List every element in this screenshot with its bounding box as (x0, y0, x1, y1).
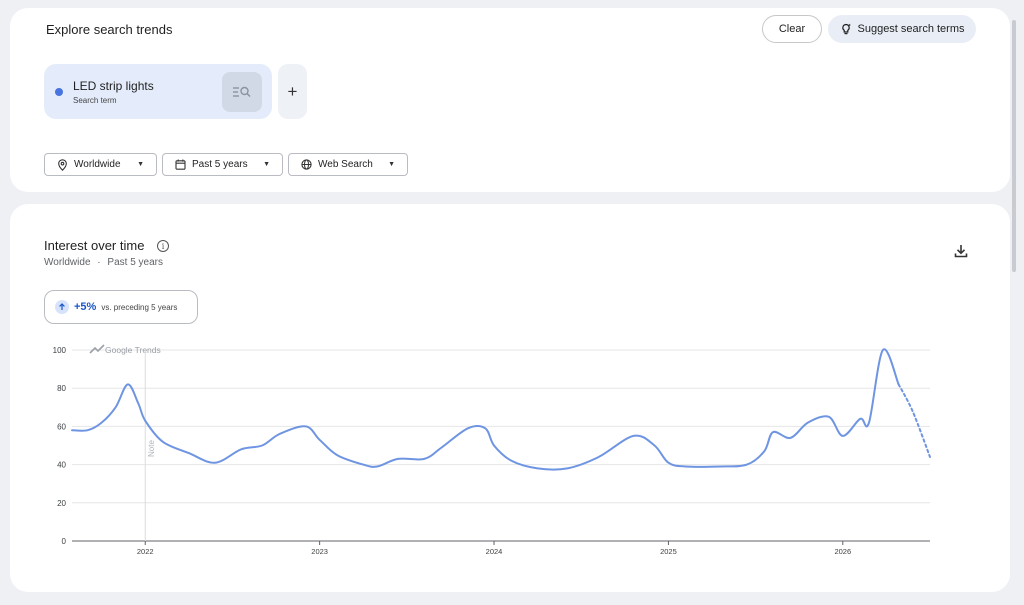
add-term-button[interactable]: + (278, 64, 307, 119)
location-pin-icon (58, 158, 67, 171)
sparkle-lightbulb-icon (841, 23, 851, 35)
interest-over-time-panel: Interest over time i Worldwide · Past 5 … (10, 204, 1010, 592)
search-panel: Explore search trends Clear Suggest sear… (10, 8, 1010, 192)
y-tick-label: 100 (53, 346, 67, 355)
plus-icon: + (287, 81, 298, 101)
y-tick-label: 0 (62, 537, 67, 546)
term-name: LED strip lights (73, 79, 154, 93)
term-subtitle: Search term (73, 96, 117, 105)
y-tick-label: 80 (57, 384, 66, 393)
x-tick-label: 2026 (834, 547, 851, 556)
search-property-filter[interactable]: Web Search ▼ (288, 153, 408, 176)
time-range-filter[interactable]: Past 5 years ▼ (162, 153, 283, 176)
suggest-label: Suggest search terms (857, 23, 965, 35)
x-tick-label: 2024 (486, 547, 503, 556)
page-title: Explore search trends (46, 22, 173, 37)
search-property-filter-label: Web Search (318, 159, 373, 170)
x-tick-label: 2022 (137, 547, 154, 556)
list-search-icon (233, 86, 251, 98)
location-filter-label: Worldwide (74, 159, 121, 170)
clear-button[interactable]: Clear (762, 15, 822, 43)
calendar-icon (175, 159, 186, 170)
note-label: Note (147, 440, 156, 457)
caret-down-icon: ▼ (263, 161, 270, 168)
term-search-button[interactable] (222, 72, 262, 112)
watermark-text: Google Trends (105, 345, 161, 355)
x-tick-label: 2023 (311, 547, 328, 556)
globe-icon (301, 159, 312, 170)
clear-label: Clear (778, 23, 806, 35)
scrollbar[interactable] (1012, 20, 1016, 272)
y-tick-label: 40 (57, 461, 66, 470)
term-color-dot (55, 88, 63, 96)
suggest-search-terms-button[interactable]: Suggest search terms (828, 15, 976, 43)
y-tick-label: 20 (57, 499, 66, 508)
y-tick-label: 60 (57, 422, 66, 431)
caret-down-icon: ▼ (388, 161, 395, 168)
series-line (71, 348, 900, 471)
series-line-partial (897, 383, 931, 458)
search-term-card[interactable]: LED strip lights Search term (44, 64, 272, 119)
location-filter[interactable]: Worldwide ▼ (44, 153, 157, 176)
time-range-filter-label: Past 5 years (192, 159, 248, 170)
caret-down-icon: ▼ (137, 161, 144, 168)
x-tick-label: 2025 (660, 547, 677, 556)
interest-over-time-chart: Google Trends Note 0 20 40 60 80 100 2022 2023 2… (53, 344, 931, 556)
